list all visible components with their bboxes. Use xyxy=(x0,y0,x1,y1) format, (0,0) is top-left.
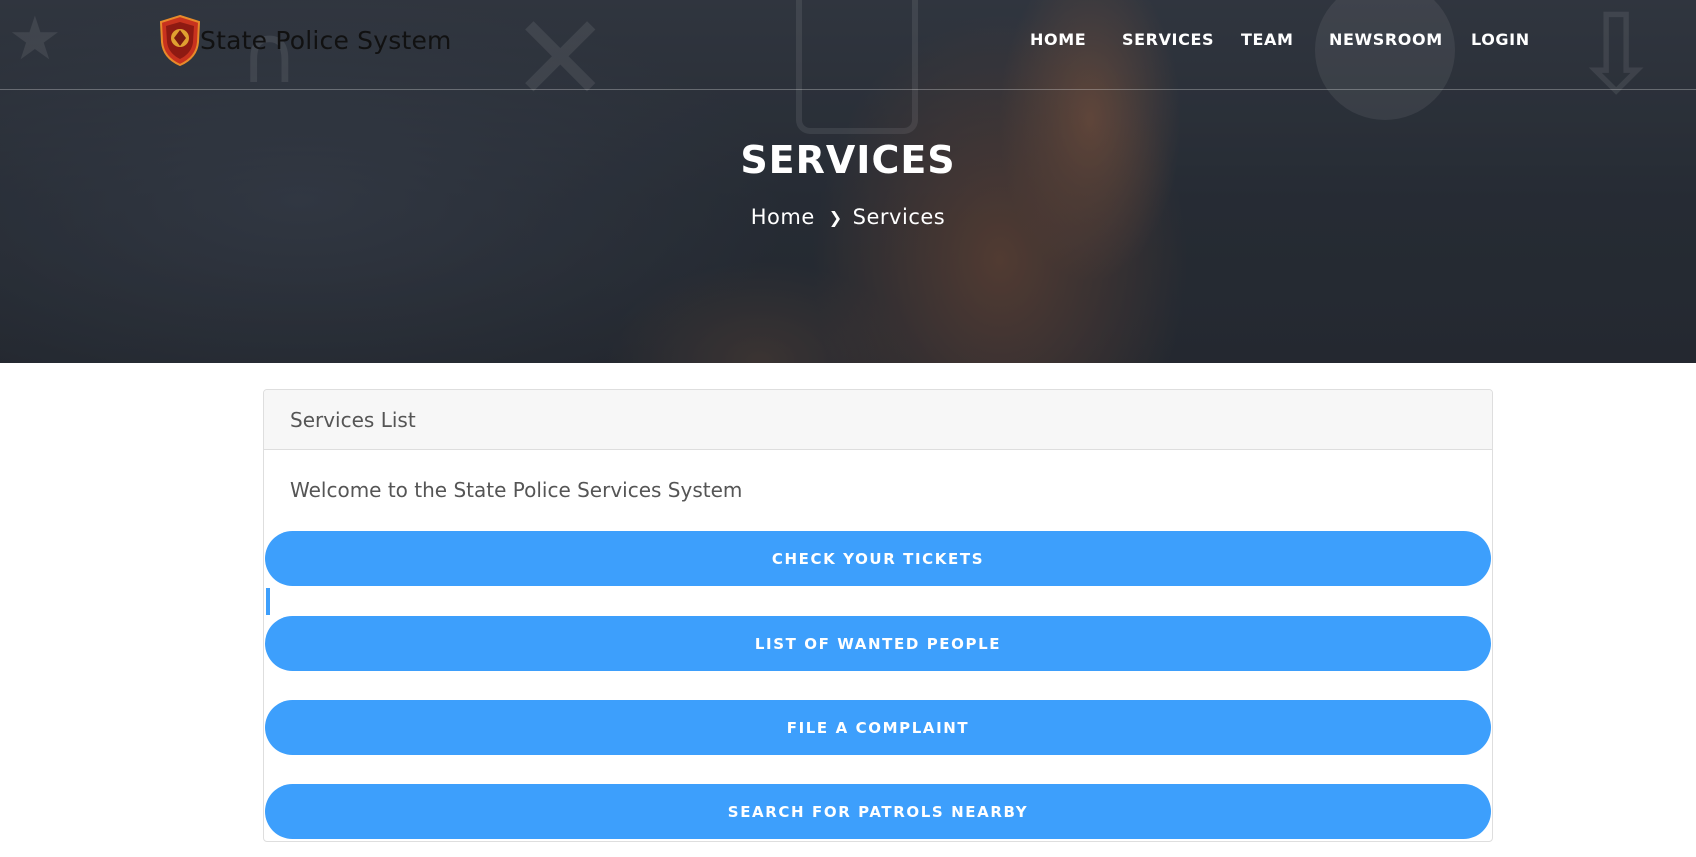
services-card: Services List Welcome to the State Polic… xyxy=(263,389,1493,842)
nav-team-link[interactable]: TEAM xyxy=(1241,30,1294,49)
breadcrumb-home-link[interactable]: Home xyxy=(751,205,815,229)
breadcrumb: Home ❯ Services xyxy=(0,205,1696,229)
nav-home-link[interactable]: HOME xyxy=(1030,30,1086,49)
main-nav: HOME SERVICES TEAM NEWSROOM LOGIN xyxy=(0,30,1696,54)
wanted-people-button[interactable]: LIST OF WANTED PEOPLE xyxy=(265,616,1491,671)
nav-login-link[interactable]: LOGIN xyxy=(1471,30,1530,49)
breadcrumb-current: Services xyxy=(852,205,946,229)
search-patrols-button[interactable]: SEARCH FOR PATROLS NEARBY xyxy=(265,784,1491,839)
file-complaint-button[interactable]: FILE A COMPLAINT xyxy=(265,700,1491,755)
welcome-text: Welcome to the State Police Services Sys… xyxy=(290,478,743,502)
nav-divider xyxy=(0,89,1696,90)
nav-services-link[interactable]: SERVICES xyxy=(1122,30,1214,49)
check-tickets-button[interactable]: CHECK YOUR TICKETS xyxy=(265,531,1491,586)
focus-indicator xyxy=(266,588,270,615)
page-title: SERVICES xyxy=(740,138,956,182)
nav-newsroom-link[interactable]: NEWSROOM xyxy=(1329,30,1443,49)
card-header: Services List xyxy=(264,390,1492,450)
chevron-right-icon: ❯ xyxy=(828,208,843,227)
